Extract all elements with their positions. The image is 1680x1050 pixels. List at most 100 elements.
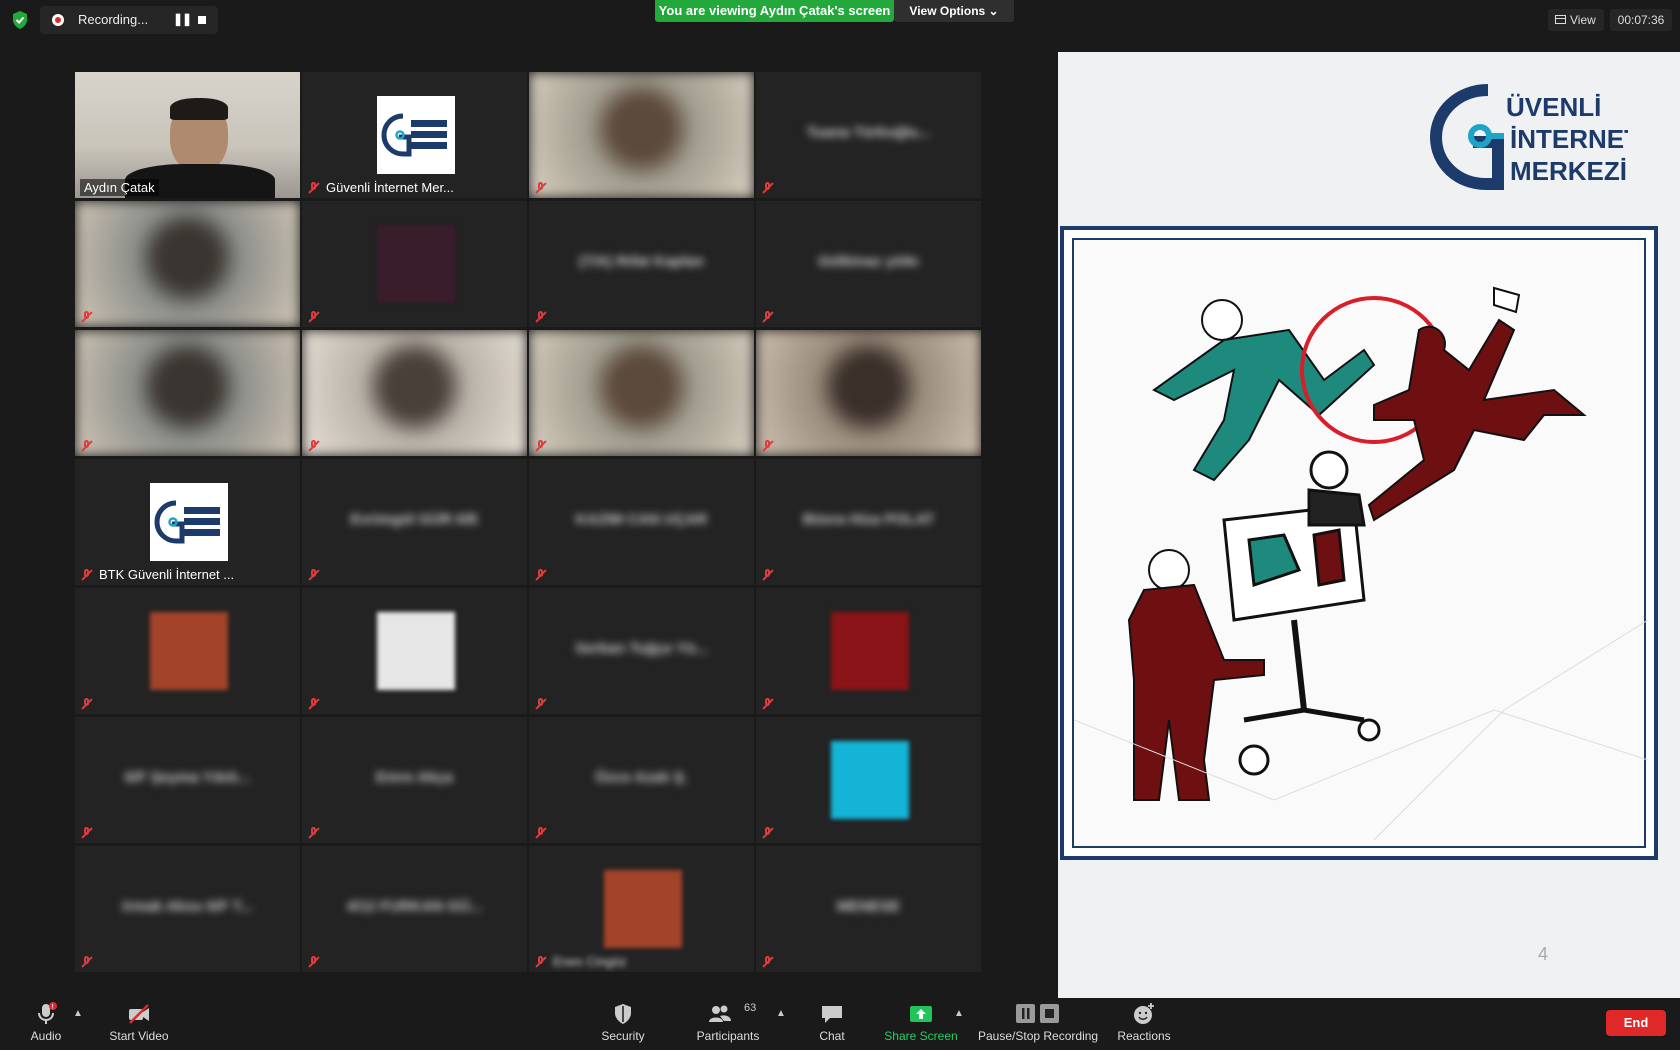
slide-illustration-frame	[1060, 226, 1658, 860]
participant-name: BTK Güvenli İnternet ...	[99, 567, 235, 582]
audio-options-caret-icon[interactable]: ▲	[73, 1008, 83, 1019]
meeting-controls-toolbar: ! Audio ▲ Start Video Security 63 Partic…	[0, 998, 1680, 1050]
maroon-figure	[1367, 286, 1587, 522]
reactions-button[interactable]: Reactions	[1116, 1002, 1172, 1048]
participant-tile[interactable]	[302, 330, 527, 456]
muted-microphone-icon	[535, 698, 547, 710]
participant-tile[interactable]	[75, 201, 300, 327]
stop-recording-icon[interactable]	[198, 16, 206, 24]
participant-tile[interactable]	[756, 330, 981, 456]
participant-tile[interactable]: BTK Güvenli İnternet ...	[75, 459, 300, 585]
participant-tile[interactable]	[756, 588, 981, 714]
participant-video-blurred	[756, 330, 981, 456]
participant-tile[interactable]	[756, 717, 981, 843]
participant-profile-image	[831, 741, 909, 819]
participant-profile-image	[604, 870, 682, 948]
participant-name: Gülbinaz yılıkı	[818, 253, 919, 270]
participant-name: Evrimgül GÜR 6/E	[350, 511, 479, 528]
muted-microphone-icon	[308, 311, 320, 323]
security-button[interactable]: Security	[598, 1002, 648, 1048]
participant-tile[interactable]: Irmak Aksu 6/F T...	[75, 846, 300, 972]
participant-video-blurred	[529, 72, 754, 198]
participant-tile[interactable]	[75, 330, 300, 456]
participant-tile[interactable]: Tuana Türkoğlu...	[756, 72, 981, 198]
cyberbully-illustration	[1073, 286, 1649, 841]
share-screen-options-caret-icon[interactable]: ▲	[954, 1008, 964, 1019]
share-screen-icon	[910, 1006, 932, 1022]
participant-tile[interactable]	[302, 201, 527, 327]
participant-tile[interactable]: Özce Azalı Ş.	[529, 717, 754, 843]
pause-stop-recording-button[interactable]: Pause/Stop Recording	[978, 1002, 1098, 1048]
participant-tile[interactable]: Enes Cingöz	[529, 846, 754, 972]
participant-tile[interactable]	[75, 588, 300, 714]
participant-tile[interactable]: MENESE	[756, 846, 981, 972]
participant-tile[interactable]: Evrimgül GÜR 6/E	[302, 459, 527, 585]
meeting-top-bar: Recording... ❚❚ You are viewing Aydın Ça…	[0, 0, 1680, 48]
participant-tile[interactable]: Emre Akça	[302, 717, 527, 843]
participant-profile-image	[377, 612, 455, 690]
muted-microphone-icon	[762, 182, 774, 194]
participant-tile[interactable]	[529, 330, 754, 456]
share-screen-label: Share Screen	[884, 1029, 958, 1043]
participant-tile[interactable]: Büsra Hiza POLAT	[756, 459, 981, 585]
participant-hair	[170, 98, 228, 120]
participants-button[interactable]: 63 Participants	[694, 1002, 762, 1048]
participant-logo-avatar	[377, 96, 455, 174]
audio-button[interactable]: ! Audio	[24, 1002, 68, 1048]
muted-microphone-icon	[308, 956, 320, 968]
view-label: View	[1570, 13, 1596, 27]
participant-name: MENESE	[836, 898, 901, 915]
participant-name: Irmak Aksu 6/F T...	[122, 898, 253, 915]
participant-tile[interactable]: Güvenli İnternet Mer...	[302, 72, 527, 198]
recording-indicator: Recording... ❚❚	[40, 6, 218, 34]
pause-stop-icon	[1016, 1004, 1059, 1023]
participant-name: Enes Cingöz	[553, 954, 627, 969]
participants-options-caret-icon[interactable]: ▲	[776, 1008, 786, 1019]
reactions-smiley-icon	[1134, 1003, 1154, 1024]
monitor-figure	[1222, 450, 1381, 776]
viewing-screen-banner: You are viewing Aydın Çatak's screen	[655, 0, 894, 22]
participant-tile[interactable]	[302, 588, 527, 714]
participant-name: Aydın Çatak	[80, 179, 159, 196]
participant-profile-image	[377, 225, 455, 303]
view-options-button[interactable]: View Options ⌄	[894, 0, 1014, 22]
participant-tile[interactable]	[529, 72, 754, 198]
slide-page-number: 4	[1538, 944, 1549, 964]
participant-tile[interactable]: Gülbinaz yılıkı	[756, 201, 981, 327]
encryption-shield-icon[interactable]	[10, 10, 30, 30]
participants-icon	[709, 1005, 731, 1022]
pause-recording-icon[interactable]: ❚❚	[173, 12, 192, 26]
participant-name: 6/F Şeyma Yıkılı...	[124, 769, 251, 786]
participant-tile[interactable]: (7/A) Rıfat Kaplan	[529, 201, 754, 327]
end-meeting-button[interactable]: End	[1606, 1010, 1666, 1036]
participant-tile[interactable]: Aydın Çatak	[75, 72, 300, 198]
participant-profile-image	[150, 612, 228, 690]
muted-microphone-icon	[762, 440, 774, 452]
muted-microphone-icon	[308, 440, 320, 452]
participant-tile[interactable]: 4/12 FURKAN GÜ...	[302, 846, 527, 972]
participant-tile[interactable]: 6/F Şeyma Yıkılı...	[75, 717, 300, 843]
video-camera-off-icon	[129, 1004, 149, 1024]
muted-microphone-icon	[81, 827, 93, 839]
muted-microphone-icon	[535, 440, 547, 452]
muted-microphone-icon	[81, 311, 93, 323]
chat-bubble-icon	[822, 1006, 842, 1023]
muted-microphone-icon	[81, 440, 93, 452]
muted-microphone-icon	[762, 956, 774, 968]
muted-microphone-icon	[535, 182, 547, 194]
chat-button[interactable]: Chat	[812, 1002, 852, 1048]
audio-label: Audio	[30, 1029, 62, 1043]
participant-tile[interactable]: Serkan Tuğçe Yü...	[529, 588, 754, 714]
guvenli-internet-logo: ÜVENLİ İNTERNET MERKEZİ	[1429, 84, 1628, 190]
participant-name: Tuana Türkoğlu...	[806, 124, 931, 141]
participant-video-blurred	[529, 330, 754, 456]
participants-label: Participants	[696, 1029, 760, 1043]
logo-line3: MERKEZİ	[1510, 156, 1627, 186]
share-screen-button[interactable]: Share Screen	[884, 1002, 958, 1048]
logo-line2: İNTERNET	[1510, 124, 1628, 154]
start-video-button[interactable]: Start Video	[104, 1002, 174, 1048]
recording-dot-icon	[52, 14, 64, 26]
participant-tile[interactable]: KAZIM CAN UÇAR	[529, 459, 754, 585]
view-button[interactable]: View	[1548, 9, 1604, 31]
muted-microphone-icon	[535, 311, 547, 323]
